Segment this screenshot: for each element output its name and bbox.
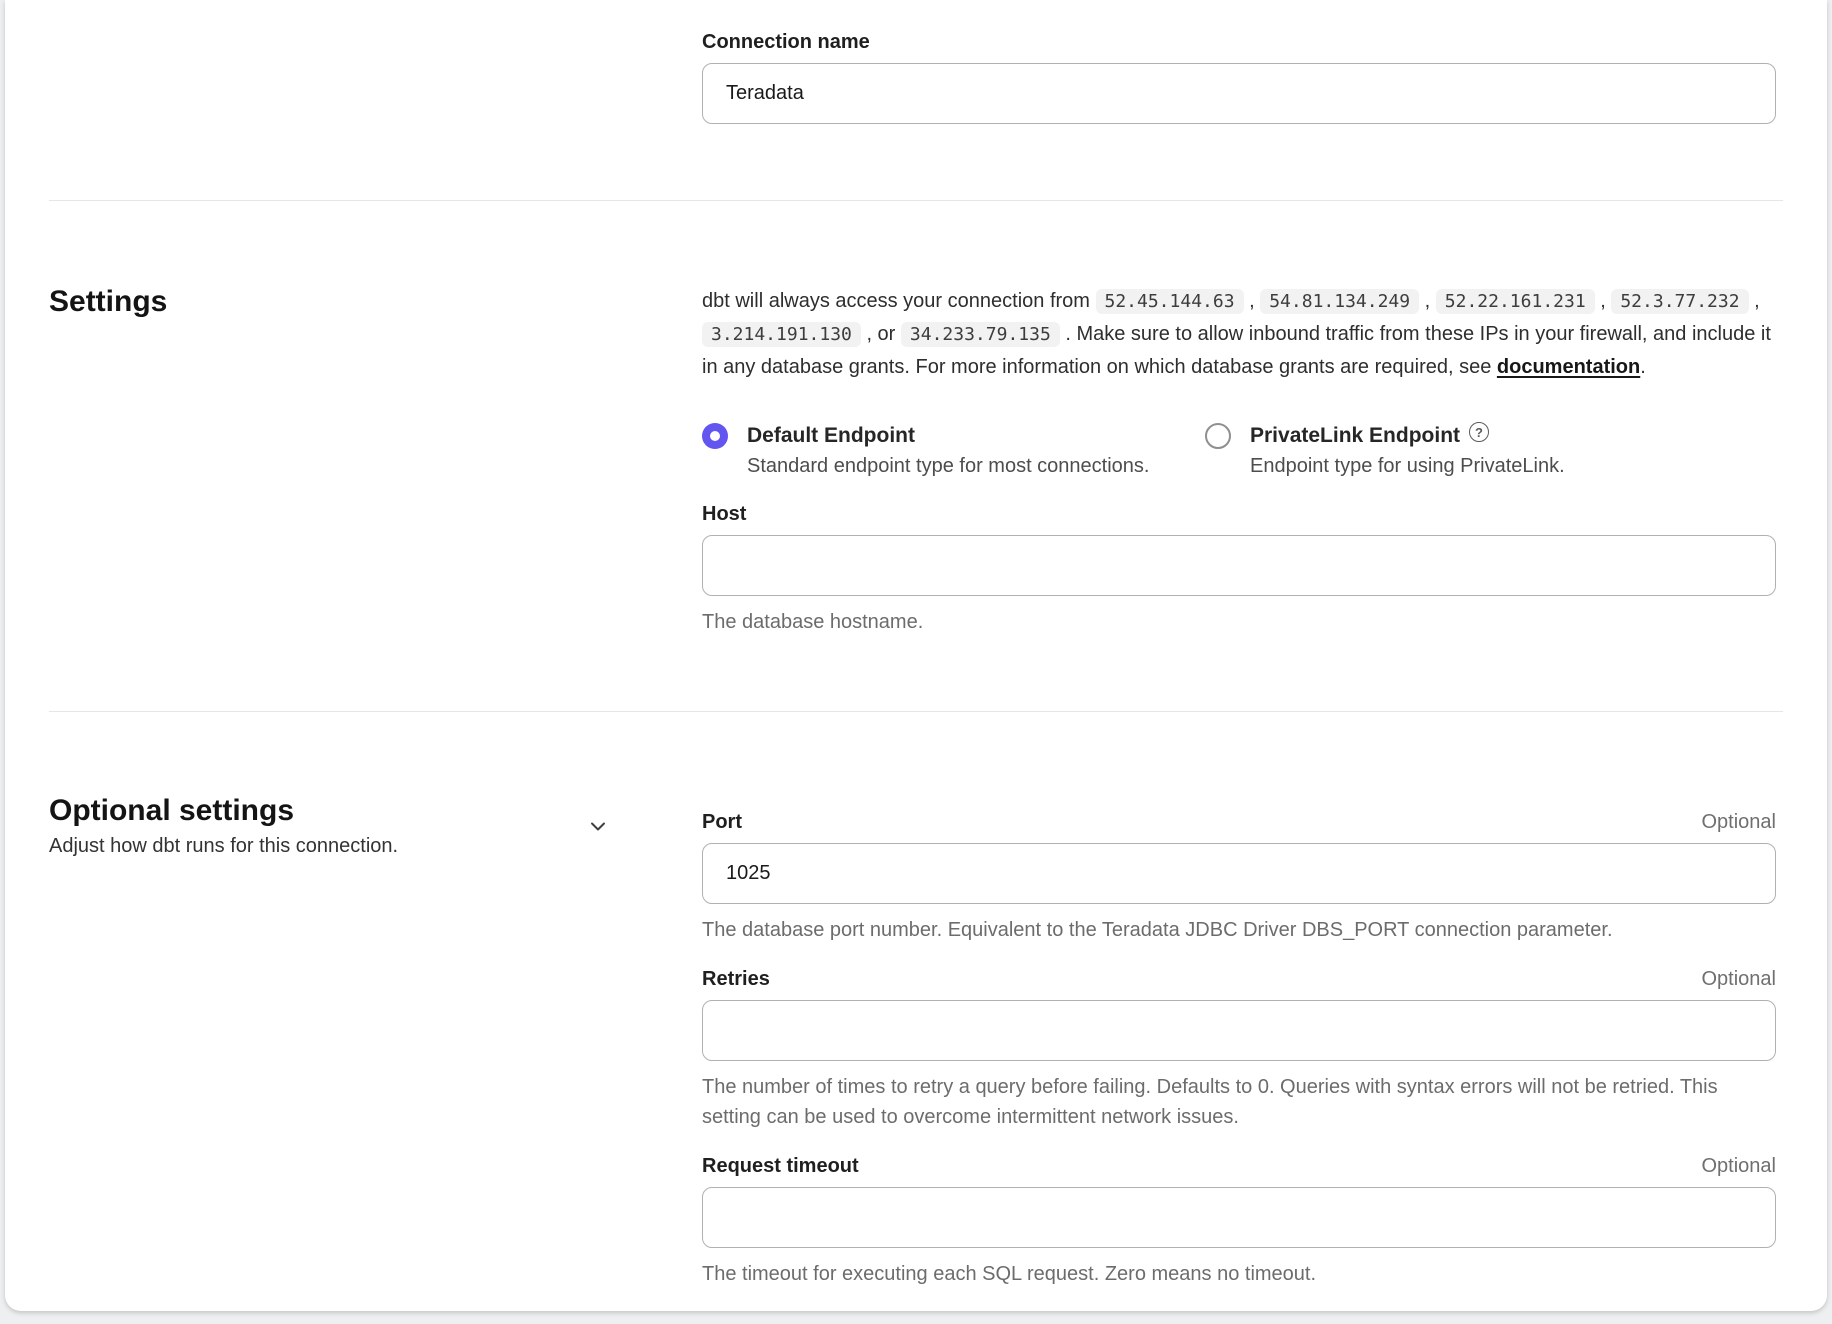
endpoint-option-default[interactable]: Default Endpoint Standard endpoint type … xyxy=(702,422,1205,480)
settings-section: Settings dbt will always access your con… xyxy=(49,285,1783,637)
port-input[interactable] xyxy=(702,843,1776,904)
help-icon[interactable]: ? xyxy=(1469,422,1489,442)
optional-badge: Optional xyxy=(1702,1155,1777,1178)
endpoint-default-label: Default Endpoint xyxy=(747,422,915,450)
host-label: Host xyxy=(702,502,1776,526)
documentation-link[interactable]: documentation xyxy=(1497,356,1640,378)
settings-heading: Settings xyxy=(49,285,702,319)
connection-name-label: Connection name xyxy=(702,30,1776,54)
request-timeout-label: Request timeout xyxy=(702,1154,859,1178)
port-field: Port Optional The database port number. … xyxy=(702,810,1776,945)
radio-selected-icon[interactable] xyxy=(702,423,728,449)
settings-intro-text: dbt will always access your connection f… xyxy=(702,285,1776,384)
request-timeout-field: Request timeout Optional The timeout for… xyxy=(702,1154,1776,1289)
ip-address-chip: 52.22.161.231 xyxy=(1436,289,1595,314)
settings-card: Connection name Settings dbt will always… xyxy=(5,0,1827,1311)
host-field: Host The database hostname. xyxy=(702,502,1776,637)
section-divider xyxy=(49,711,1783,712)
connection-name-row: Connection name xyxy=(49,30,1783,124)
collapse-section-button[interactable] xyxy=(584,812,612,840)
port-label: Port xyxy=(702,810,742,834)
ip-address-chip: 34.233.79.135 xyxy=(901,322,1060,347)
ip-address-chip: 52.45.144.63 xyxy=(1096,289,1244,314)
port-helper: The database port number. Equivalent to … xyxy=(702,915,1776,945)
section-divider xyxy=(49,200,1783,201)
optional-settings-section: Optional settings Adjust how dbt runs fo… xyxy=(49,794,1783,1289)
optional-badge: Optional xyxy=(1702,968,1777,991)
endpoint-radio-group: Default Endpoint Standard endpoint type … xyxy=(702,422,1776,480)
request-timeout-helper: The timeout for executing each SQL reque… xyxy=(702,1259,1776,1289)
host-helper: The database hostname. xyxy=(702,607,1776,637)
ip-address-chip: 3.214.191.130 xyxy=(702,322,861,347)
ip-address-chip: 52.3.77.232 xyxy=(1611,289,1748,314)
chevron-down-icon xyxy=(586,814,610,838)
endpoint-privatelink-label: PrivateLink Endpoint xyxy=(1250,422,1460,450)
request-timeout-input[interactable] xyxy=(702,1187,1776,1248)
retries-input[interactable] xyxy=(702,1000,1776,1061)
endpoint-option-privatelink[interactable]: PrivateLink Endpoint ? Endpoint type for… xyxy=(1205,422,1565,480)
connection-settings-page: Connection name Settings dbt will always… xyxy=(0,0,1832,1324)
optional-badge: Optional xyxy=(1702,811,1777,834)
host-input[interactable] xyxy=(702,535,1776,596)
connection-name-input[interactable] xyxy=(702,63,1776,124)
retries-field: Retries Optional The number of times to … xyxy=(702,967,1776,1132)
radio-unselected-icon[interactable] xyxy=(1205,423,1231,449)
endpoint-privatelink-description: Endpoint type for using PrivateLink. xyxy=(1250,452,1565,480)
retries-helper: The number of times to retry a query bef… xyxy=(702,1072,1776,1132)
retries-label: Retries xyxy=(702,967,770,991)
endpoint-default-description: Standard endpoint type for most connecti… xyxy=(747,452,1149,480)
ip-address-chip: 54.81.134.249 xyxy=(1260,289,1419,314)
